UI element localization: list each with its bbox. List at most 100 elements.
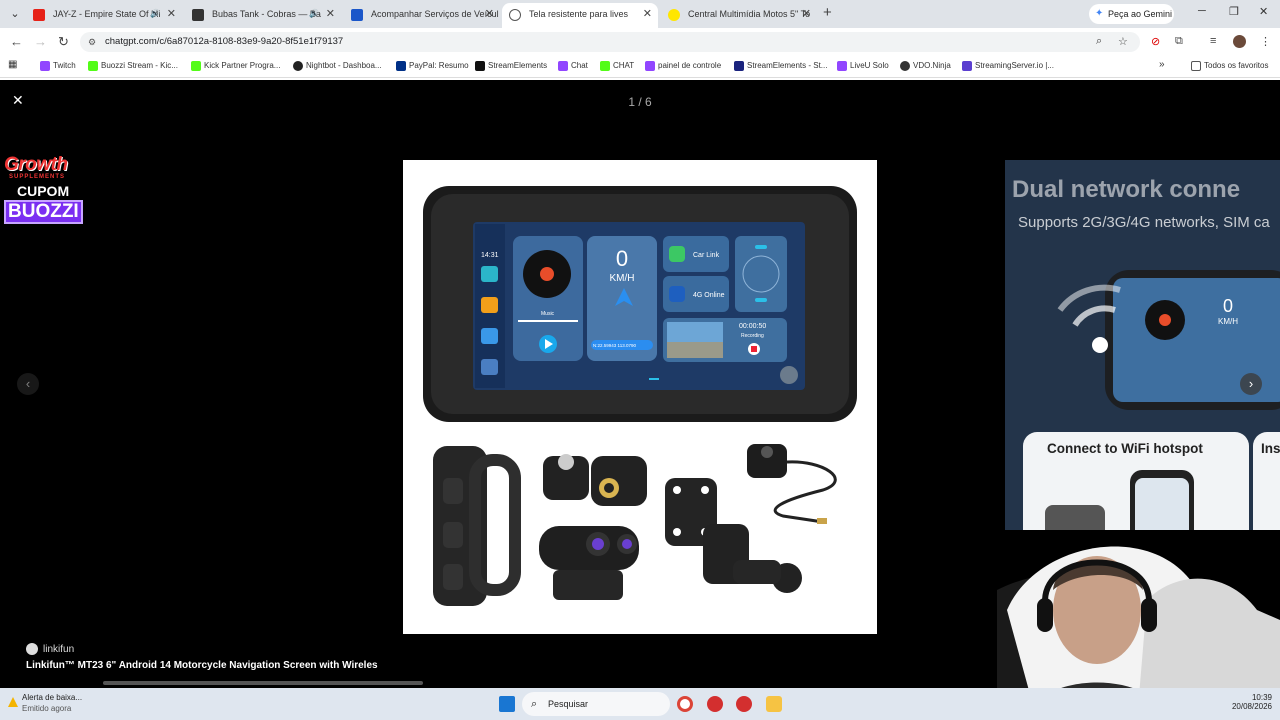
windows-start-icon[interactable] [499, 696, 515, 712]
screen-time: 14:31 [481, 252, 499, 259]
growth-cupom-overlay: Growth SUPPLEMENTS CUPOM BUOZZI [4, 155, 96, 230]
screen-coords: N:22.59943 113.0790 [593, 343, 636, 348]
bookmark-label: VDO.Ninja [913, 61, 951, 70]
browser-window: ⌄ JAY-Z - Empire State Of Mi 🔊 ✕ Bubas T… [0, 0, 1280, 80]
kick-icon [600, 61, 610, 71]
bookmark-nightbot[interactable]: Nightbot - Dashboa... [293, 61, 382, 71]
bookmark-label: StreamElements [488, 61, 548, 70]
bookmark-star-icon[interactable]: ☆ [1118, 35, 1128, 48]
close-tab-icon[interactable]: ✕ [485, 3, 494, 25]
more-bookmarks-chevron-icon[interactable]: » [1159, 59, 1165, 70]
prev-image-button[interactable]: ‹ [17, 373, 39, 395]
speaker-icon[interactable]: 🔊 [150, 3, 160, 25]
screen-speed: 0 [616, 246, 628, 271]
all-bookmarks[interactable]: Todos os favoritos [1191, 61, 1269, 71]
close-window-button[interactable]: ✕ [1259, 5, 1268, 18]
speaker-icon[interactable]: 🔊 [309, 3, 319, 25]
bookmark-twitch[interactable]: Twitch [40, 61, 76, 71]
tab-acompanhar[interactable]: Acompanhar Serviços de Veícul ✕ [344, 3, 500, 28]
chrome-icon[interactable] [677, 696, 693, 712]
tab-search-button[interactable]: ⌄ [6, 5, 24, 23]
tab-strip: ⌄ JAY-Z - Empire State Of Mi 🔊 ✕ Bubas T… [0, 0, 1280, 28]
side-card-title-2: Ins [1261, 441, 1280, 456]
tab-title: JAY-Z - Empire State Of Mi [53, 9, 161, 19]
site-icon [192, 9, 204, 21]
bookmark-label: PayPal: Resumo [409, 61, 469, 70]
bookmark-label: StreamingServer.io |... [975, 61, 1054, 70]
twitch-icon [837, 61, 847, 71]
warning-icon [8, 697, 18, 707]
menu-kebab-icon[interactable]: ⋮ [1260, 35, 1271, 48]
bookmark-streamelements-st[interactable]: StreamElements - St... [734, 61, 827, 71]
file-explorer-icon[interactable] [766, 696, 782, 712]
notification[interactable]: Alerta de baixa... Emitido agora [22, 693, 82, 713]
bookmark-vdo-ninja[interactable]: VDO.Ninja [900, 61, 951, 71]
growth-logo: Growth [4, 154, 68, 175]
source-label[interactable]: linkifun [26, 643, 74, 655]
extensions-puzzle-icon[interactable]: ⧉ [1175, 35, 1183, 48]
reading-list-icon[interactable]: ≡ [1210, 35, 1216, 47]
twitch-icon [558, 61, 568, 71]
back-button[interactable]: ← [10, 34, 23, 49]
bookmark-label: Todos os favoritos [1204, 61, 1269, 70]
side-screen-speed-unit: KM/H [1218, 317, 1238, 326]
minimize-button[interactable]: ─ [1198, 5, 1206, 17]
paypal-icon [396, 61, 406, 71]
bookmark-paypal[interactable]: PayPal: Resumo [396, 61, 469, 71]
bookmark-label: LiveU Solo [850, 61, 889, 70]
app-icon-red[interactable] [707, 696, 723, 712]
app-icon-red-2[interactable] [736, 696, 752, 712]
mercadolivre-icon [668, 9, 680, 21]
bookmark-label: Nightbot - Dashboa... [306, 61, 382, 70]
bookmark-streamingserver[interactable]: StreamingServer.io |... [962, 61, 1054, 71]
bookmark-painel[interactable]: painel de controle [645, 61, 721, 71]
close-tab-icon[interactable]: ✕ [643, 3, 652, 25]
bookmark-streamelements[interactable]: StreamElements [475, 61, 548, 71]
next-image-button[interactable]: › [1240, 373, 1262, 395]
close-viewer-icon[interactable]: ✕ [12, 92, 24, 109]
gemini-button[interactable]: ✦ Peça ao Gemini [1089, 4, 1174, 24]
bookmark-kick-partner[interactable]: Kick Partner Progra... [191, 61, 280, 71]
nightbot-icon [293, 61, 303, 71]
reload-button[interactable]: ↻ [58, 34, 69, 50]
twitch-icon [40, 61, 50, 71]
bookmark-liveu[interactable]: LiveU Solo [837, 61, 889, 71]
taskbar-search[interactable]: ⌕ Pesquisar [522, 692, 670, 716]
bookmark-buozzi-stream[interactable]: Buozzi Stream - Kic... [88, 61, 178, 71]
system-clock[interactable]: 10:39 20/08/2026 [1222, 693, 1272, 711]
horizontal-scrollbar[interactable] [103, 681, 423, 685]
windows-taskbar: Alerta de baixa... Emitido agora ⌕ Pesqu… [0, 688, 1280, 720]
coupon-label: CUPOM [17, 183, 70, 199]
clock-time: 10:39 [1251, 693, 1272, 702]
tab-title: Central Multimídia Motos 5" To [688, 9, 811, 19]
zoom-icon[interactable]: ⌕ [1096, 35, 1102, 48]
tab-bubas[interactable]: Bubas Tank - Cobras — Ba 🔊 ✕ [185, 3, 341, 28]
bookmark-chat-kick[interactable]: CHAT [600, 61, 634, 71]
product-image: 14:31 Music 0 KM/H N:22.59943 113.0790 C… [403, 160, 877, 634]
url-text: chatgpt.com/c/6a87012a-8108-83e9-9a20-8f… [105, 36, 344, 47]
omnibox[interactable]: ⚙ chatgpt.com/c/6a87012a-8108-83e9-9a20-… [80, 32, 1140, 52]
close-tab-icon[interactable]: ✕ [167, 3, 176, 25]
bookmark-chat[interactable]: Chat [558, 61, 588, 71]
extension-icon[interactable]: ⊘ [1151, 35, 1160, 48]
tab-jayz[interactable]: JAY-Z - Empire State Of Mi 🔊 ✕ [26, 3, 182, 28]
streamingserver-icon [962, 61, 972, 71]
site-info-icon[interactable]: ⚙ [88, 32, 96, 52]
screen-rec-time: 00:00:50 [739, 323, 766, 330]
close-tab-icon[interactable]: ✕ [326, 3, 335, 25]
tab-central-multimidia[interactable]: Central Multimídia Motos 5" To ✕ [661, 3, 817, 28]
apps-grid-icon[interactable]: ▦ [8, 59, 17, 70]
product-illustration: 14:31 Music 0 KM/H N:22.59943 113.0790 C… [423, 186, 857, 606]
close-tab-icon[interactable]: ✕ [802, 3, 811, 25]
image-caption[interactable]: Linkifun™ MT23 6" Android 14 Motorcycle … [26, 660, 378, 671]
address-bar-row: ← → ↻ ⚙ chatgpt.com/c/6a87012a-8108-83e9… [0, 28, 1280, 56]
profile-avatar[interactable] [1233, 35, 1246, 48]
screen-online: 4G Online [693, 292, 725, 299]
tab-tela-resistente[interactable]: Tela resistente para lives ✕ [502, 3, 658, 28]
side-screen-speed: 0 [1223, 296, 1233, 316]
new-tab-button[interactable]: + [823, 4, 832, 21]
bookmarks-bar: ▦ Twitch Buozzi Stream - Kic... Kick Par… [0, 56, 1280, 78]
gemini-icon: ✦ [1095, 8, 1104, 19]
maximize-button[interactable]: ❐ [1229, 5, 1239, 18]
forward-button[interactable]: → [34, 34, 47, 49]
